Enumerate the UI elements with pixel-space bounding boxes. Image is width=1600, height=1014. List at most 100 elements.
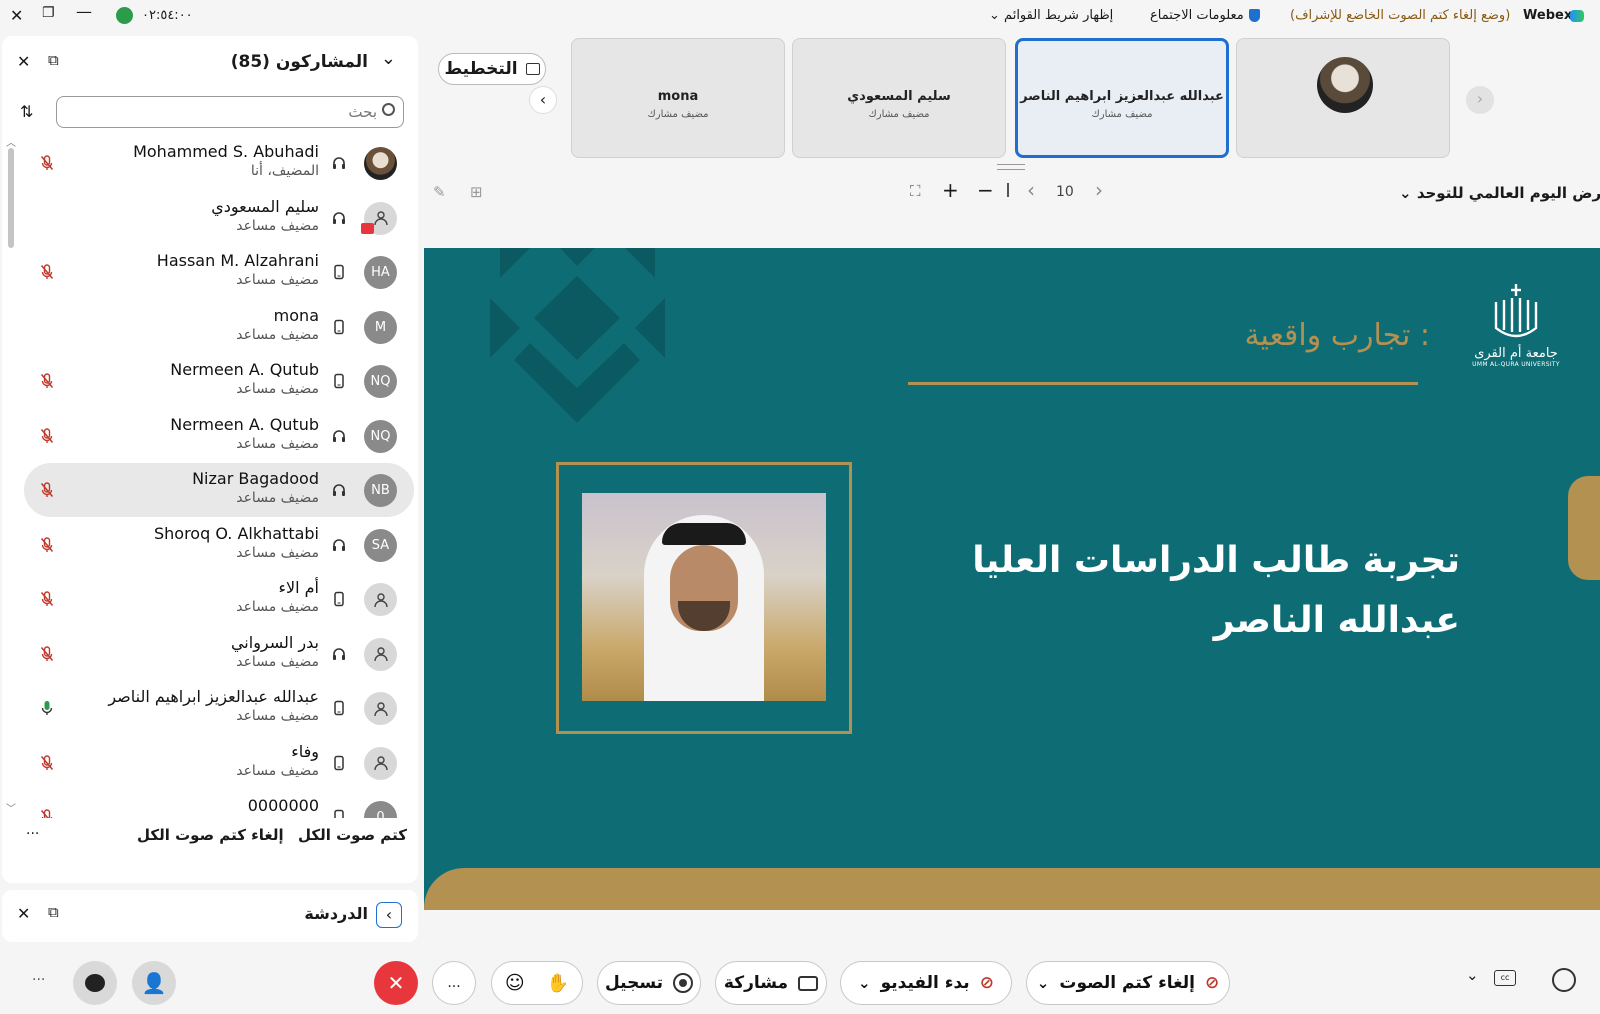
close-window-icon[interactable]: ✕ — [10, 6, 23, 25]
chat-button[interactable] — [73, 961, 117, 1005]
mute-all-button[interactable]: كتم صوت الكل — [298, 826, 407, 844]
sort-icon[interactable]: ⇅ — [20, 102, 33, 121]
mic-muted-icon[interactable] — [40, 373, 54, 389]
show-menu-bar-button[interactable]: ⌄ إظهار شريط القوائم — [985, 8, 1113, 23]
avatar — [364, 583, 397, 616]
participants-button[interactable]: 👤 — [132, 961, 176, 1005]
mic-muted-icon[interactable] — [40, 427, 54, 444]
video-tile-mona[interactable]: mona مضيف مشارك — [571, 38, 785, 158]
chevron-down-icon: ⌄ — [1399, 184, 1412, 202]
meeting-info-button[interactable]: معلومات الاجتماع — [1150, 8, 1260, 23]
video-tile-self[interactable] — [1236, 38, 1450, 158]
search-icon — [382, 103, 395, 116]
participant-name: Mohammed S. Abuhadi — [133, 142, 319, 161]
share-button[interactable]: مشاركة — [715, 961, 827, 1005]
unmute-button[interactable]: ⌄ إلغاء كتم الصوت ⊘ — [1026, 961, 1230, 1005]
expand-chat-icon[interactable]: ‹ — [376, 902, 402, 928]
popout-chat-icon[interactable]: ⧉ — [48, 903, 59, 921]
slide-title-line2: عبدالله الناصر — [1213, 600, 1460, 641]
participant-row[interactable]: Shoroq O. Alkhattabi مضيف مساعد SA — [24, 518, 414, 572]
reactions-icon[interactable]: ☺ — [505, 972, 525, 994]
search-input[interactable] — [77, 101, 377, 123]
record-button[interactable]: تسجيل — [597, 961, 701, 1005]
start-video-button[interactable]: ⌄ بدء الفيديو ⊘ — [840, 961, 1012, 1005]
phone-icon — [334, 809, 344, 818]
close-panel-icon[interactable]: ✕ — [17, 52, 30, 71]
end-meeting-button[interactable]: ✕ — [374, 961, 418, 1005]
participant-row[interactable]: Mohammed S. Abuhadi المضيف، أنا — [24, 136, 414, 190]
video-tile-saleem[interactable]: سليم المسعودي مضيف مشارك — [792, 38, 1006, 158]
participant-name: بدر السرواني — [230, 632, 319, 652]
participants-icon: 👤 — [141, 971, 167, 995]
zoom-out-icon[interactable]: − — [977, 178, 994, 202]
shared-slide: تجارب واقعية : جامعة أم القرى UMM AL-QUR… — [424, 248, 1600, 910]
participant-row[interactable]: أم الاء مضيف مساعد — [24, 572, 414, 626]
fullscreen-icon[interactable]: ⛶ — [910, 182, 921, 200]
ai-assistant-icon[interactable] — [1552, 968, 1576, 992]
speaker-photo — [582, 493, 826, 701]
participant-row[interactable]: سليم المسعودي مضيف مساعد — [24, 191, 414, 245]
mic-muted-icon[interactable] — [40, 809, 54, 818]
more-options-button[interactable]: ... — [32, 968, 45, 984]
participant-row[interactable]: Nizar Bagadood مضيف مساعد NB — [24, 463, 414, 517]
participant-row[interactable]: Nermeen A. Qutub مضيف مساعد NQ — [24, 409, 414, 463]
mic-muted-icon[interactable] — [40, 264, 54, 280]
decorative-pattern — [490, 248, 665, 423]
participant-row[interactable]: mona مضيف مساعد M — [24, 300, 414, 354]
search-box[interactable] — [56, 96, 404, 128]
resize-handle[interactable] — [997, 164, 1025, 170]
next-page-icon[interactable]: › — [1095, 178, 1103, 202]
participant-row[interactable]: Hassan M. Alzahrani مضيف مساعد HA — [24, 245, 414, 299]
panel-title: المشاركون (85) — [230, 52, 368, 72]
participant-role: مضيف مساعد — [236, 381, 319, 397]
chat-title: الدردشة — [304, 904, 368, 923]
grid-view-icon[interactable]: ⊞ — [470, 183, 483, 201]
mic-muted-icon[interactable] — [40, 591, 54, 607]
zoom-in-icon[interactable]: + — [942, 178, 959, 202]
collapse-panel-icon[interactable]: ⌄ — [381, 48, 396, 69]
mic-muted-icon[interactable] — [40, 536, 54, 553]
participant-row[interactable]: Nermeen A. Qutub مضيف مساعد NQ — [24, 354, 414, 408]
prev-page-icon[interactable]: ‹ — [1027, 178, 1035, 202]
more-options-button[interactable]: ... — [26, 822, 39, 838]
strip-next-button[interactable]: › — [1466, 86, 1494, 114]
layout-button[interactable]: التخطيط — [438, 53, 546, 85]
chevron-down-icon[interactable]: ⌄ — [858, 974, 871, 992]
mic-active-icon[interactable] — [40, 700, 54, 716]
chevron-down-icon[interactable]: ⌄ — [1037, 974, 1050, 992]
participant-name: وفاء — [291, 741, 319, 761]
mic-muted-icon[interactable] — [40, 155, 54, 171]
person-icon — [373, 211, 388, 226]
raise-hand-icon[interactable]: ✋ — [547, 973, 569, 994]
decorative-bottom-band — [424, 868, 1600, 910]
participant-row[interactable]: عبدالله عبدالعزيز ابراهيم الناصر مضيف مسا… — [24, 681, 414, 735]
decorative-tab — [1568, 476, 1600, 580]
participant-name: 0000000 — [247, 796, 319, 815]
headset-icon — [333, 484, 345, 496]
captions-dropdown-icon[interactable]: ⌄ — [1466, 966, 1479, 984]
headset-icon — [333, 538, 345, 551]
header-underline — [908, 382, 1418, 385]
participant-name: عبدالله عبدالعزيز ابراهيم الناصر — [108, 687, 319, 706]
video-off-icon: ⊘ — [979, 973, 994, 993]
share-title-dropdown[interactable]: ⌄ عرض اليوم العالمي للتوحد — [1393, 184, 1600, 202]
participant-row[interactable]: 0000000 0 — [24, 790, 414, 818]
restore-window-icon[interactable]: ❐ — [42, 5, 55, 21]
minimize-window-icon[interactable]: — — [76, 2, 92, 21]
participant-row[interactable]: بدر السرواني مضيف مساعد — [24, 627, 414, 681]
participant-role: مضيف مساعد — [236, 762, 319, 779]
popout-panel-icon[interactable]: ⧉ — [48, 51, 59, 69]
video-tile-abdullah-active-speaker[interactable]: عبدالله عبدالعزيز ابراهيم الناصر مضيف مش… — [1015, 38, 1229, 158]
unmute-all-button[interactable]: إلغاء كتم صوت الكل — [137, 826, 284, 844]
mic-muted-icon[interactable] — [40, 754, 54, 771]
avatar: SA — [364, 528, 397, 562]
mic-muted-icon[interactable] — [40, 645, 54, 662]
more-controls-button[interactable]: ... — [432, 961, 476, 1005]
mic-muted-icon[interactable] — [40, 482, 54, 498]
annotate-icon[interactable]: ✎ — [433, 183, 446, 201]
participant-row[interactable]: وفاء مضيف مساعد — [24, 736, 414, 790]
strip-prev-button[interactable]: ‹ — [529, 86, 557, 114]
close-chat-icon[interactable]: ✕ — [17, 904, 30, 923]
person-icon — [373, 647, 388, 662]
closed-captions-icon[interactable]: cc — [1494, 970, 1516, 986]
